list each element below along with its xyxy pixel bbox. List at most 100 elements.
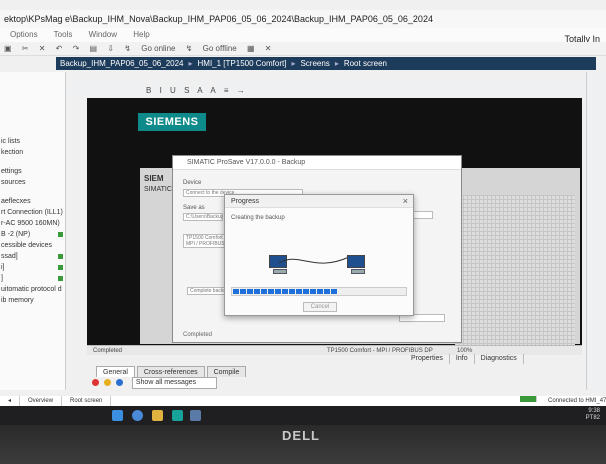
tree-item[interactable]: aeflecxes	[0, 196, 65, 207]
cancel-button[interactable]: Cancel	[303, 302, 337, 312]
tree-item[interactable]: i]	[0, 262, 65, 273]
tree-item[interactable]: B -2 (NP)	[0, 229, 65, 240]
font-size-button[interactable]: A	[197, 86, 202, 95]
tree-item[interactable]: ib memory	[0, 295, 65, 306]
save-icon[interactable]: ▣	[4, 44, 12, 53]
edge-icon[interactable]	[132, 410, 143, 421]
breadcrumb-project[interactable]: Backup_IHM_PAP06_05_06_2024	[60, 59, 184, 68]
compile-icon[interactable]: ▤	[90, 44, 98, 53]
error-icon[interactable]	[92, 378, 99, 386]
hmi-grid	[455, 195, 575, 345]
progress-title: Progress	[225, 195, 413, 208]
browse-button[interactable]	[413, 211, 433, 219]
root-screen-tab[interactable]: Root screen	[62, 396, 112, 406]
cut-icon[interactable]: ✂	[22, 44, 29, 53]
progress-status: Creating the backup	[231, 215, 285, 221]
italic-button[interactable]: I	[160, 86, 162, 95]
tree-item[interactable]: ssad]	[0, 251, 65, 262]
dialog-title: SIMATIC ProSave V17.0.0.0 - Backup	[173, 156, 461, 170]
tree-item[interactable]: ic lists	[0, 136, 65, 147]
photo-frame: ektop\KPsMag e\Backup_IHM_Nova\Backup_IH…	[0, 0, 606, 464]
menu-bar: Options Tools Window Help	[0, 28, 606, 42]
strike-button[interactable]: S	[184, 86, 189, 95]
go-online-icon: ↯	[124, 44, 131, 53]
status-ok-icon	[58, 232, 63, 237]
breadcrumb-device[interactable]: HMI_1 [TP1500 Comfort]	[198, 59, 287, 68]
menu-help[interactable]: Help	[133, 30, 149, 39]
indent-button[interactable]: →	[237, 86, 245, 95]
menu-options[interactable]: Options	[10, 30, 38, 39]
hmi-device-icon	[347, 255, 369, 275]
windows-start-icon[interactable]	[112, 410, 123, 421]
hmi-subtitle: SIMATIC	[144, 186, 172, 193]
save-path-field[interactable]: C:\Users\Backup\	[183, 213, 223, 221]
breadcrumb-screens[interactable]: Screens	[300, 59, 329, 68]
completed-label: Completed	[93, 348, 123, 354]
menu-tools[interactable]: Tools	[54, 30, 73, 39]
window-title: ektop\KPsMag e\Backup_IHM_Nova\Backup_IH…	[4, 14, 433, 24]
breadcrumb: Backup_IHM_PAP06_05_06_2024 ▸ HMI_1 [TP150…	[56, 57, 596, 70]
go-offline-button[interactable]: Go offline	[203, 44, 237, 53]
tree-item[interactable]: ettings	[0, 166, 65, 177]
system-clock: 9:38 PT82	[585, 408, 600, 421]
complete-backup-field: Complete backup	[187, 287, 225, 295]
close-icon[interactable]: ✕	[265, 44, 272, 53]
main-toolbar: ▣ ✂ ✕ ↶ ↷ ▤ ⇩ ↯ Go online ↯ Go offline ▦…	[0, 42, 606, 56]
project-tree: ic lists kection ettings sources aeflecx…	[0, 72, 66, 390]
overview-tab[interactable]: Overview	[20, 396, 63, 406]
tia-portal-icon[interactable]	[172, 410, 183, 421]
status-ok-icon	[58, 265, 63, 270]
go-online-button[interactable]: Go online	[141, 44, 175, 53]
network-cable-icon	[278, 256, 350, 264]
tree-item[interactable]: cessible devices	[0, 240, 65, 251]
tree-item[interactable]: ]	[0, 273, 65, 284]
prosave-icon[interactable]	[190, 410, 201, 421]
accessible-devices-icon[interactable]: ▦	[247, 44, 255, 53]
delete-icon[interactable]: ✕	[39, 44, 46, 53]
align-button[interactable]: ≡	[224, 86, 229, 95]
message-filter-select[interactable]: Show all messages	[131, 377, 218, 389]
task-cards-strip	[586, 72, 606, 390]
portal-view-bar: ◂ Overview Root screen Connected to HMI_47…	[0, 396, 606, 406]
redo-icon[interactable]: ↷	[73, 44, 80, 53]
info-icon[interactable]	[115, 378, 123, 386]
undo-icon[interactable]: ↶	[56, 44, 63, 53]
tree-item[interactable]: r-AC 9500 160MN)	[0, 218, 65, 229]
tab-diagnostics[interactable]: Diagnostics	[475, 354, 524, 364]
tab-properties[interactable]: Properties	[405, 354, 450, 364]
chevron-right-icon: ▸	[334, 59, 339, 68]
text-format-toolbar: B I U S A A ≡ →	[66, 84, 596, 97]
go-offline-icon: ↯	[185, 44, 193, 53]
completed-status: Completed	[183, 332, 213, 338]
progress-bar-fill	[233, 289, 338, 294]
progress-bar	[231, 287, 407, 296]
tab-compile[interactable]: Compile	[206, 366, 247, 377]
status-ok-icon	[58, 276, 63, 281]
status-ok-icon	[58, 254, 63, 259]
tree-item[interactable]: sources	[0, 177, 65, 188]
connection-status: Connected to HMI_47_1, device	[520, 396, 606, 406]
close-icon[interactable]: ×	[403, 195, 408, 208]
tree-item[interactable]: uitomatic protocol d	[0, 284, 65, 295]
underline-button[interactable]: U	[170, 86, 176, 95]
tree-item[interactable]: rt Connection (ILL1)	[0, 207, 65, 218]
menu-window[interactable]: Window	[89, 30, 117, 39]
info-subtabs: General Cross-references Compile	[96, 366, 248, 377]
bold-button[interactable]: B	[146, 86, 151, 95]
dell-logo: DELL	[282, 428, 320, 443]
portal-view-button[interactable]: ◂	[0, 396, 21, 406]
breadcrumb-root-screen[interactable]: Root screen	[344, 59, 387, 68]
file-explorer-icon[interactable]	[152, 410, 163, 421]
tab-general[interactable]: General	[96, 366, 135, 377]
tab-cross-references[interactable]: Cross-references	[136, 366, 205, 377]
tree-item[interactable]: kection	[0, 147, 65, 158]
device-info-field: TP1500 Comfort MPI / PROFIBUS DP	[183, 234, 227, 248]
font-color-button[interactable]: A	[210, 86, 215, 95]
warning-icon[interactable]	[103, 378, 111, 386]
tab-info[interactable]: Info	[450, 354, 475, 364]
message-filter-row: Show all messages	[92, 377, 218, 389]
download-icon[interactable]: ⇩	[107, 44, 114, 53]
device-label: Device	[183, 180, 202, 186]
chevron-right-icon: ▸	[188, 59, 193, 68]
chevron-right-icon: ▸	[291, 59, 296, 68]
